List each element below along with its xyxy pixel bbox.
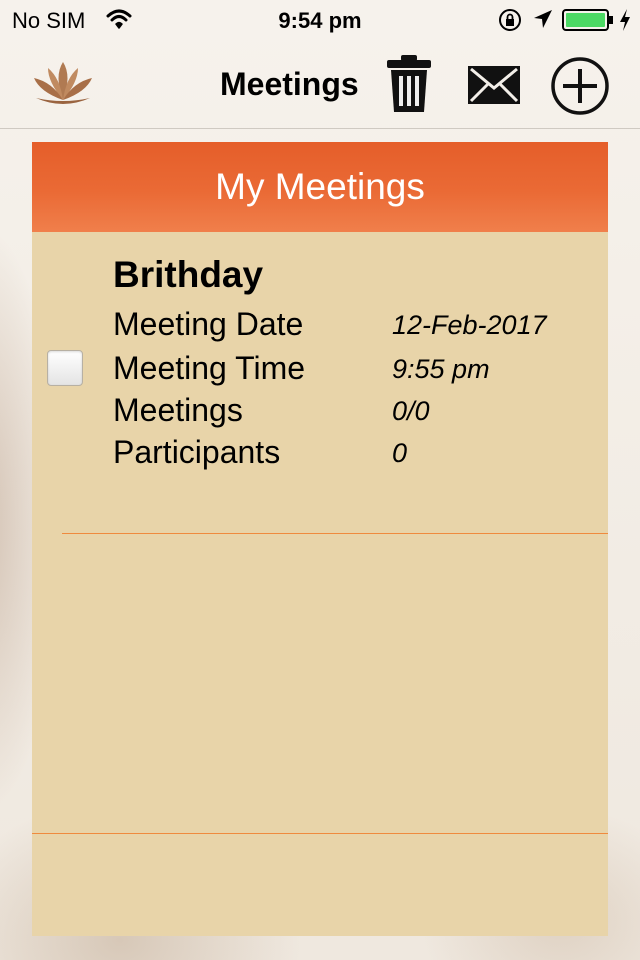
meetings-panel: My Meetings Brithday Meeting Date 12-Feb…: [32, 142, 608, 936]
meeting-time-value: 9:55 pm: [392, 354, 490, 384]
row-divider: [32, 833, 608, 834]
meetings-count-value: 0/0: [392, 396, 430, 426]
page-title: Meetings: [220, 66, 359, 102]
meeting-name: Brithday: [113, 254, 264, 295]
add-meeting-button[interactable]: [550, 56, 610, 116]
meeting-date-label: Meeting Date: [113, 306, 304, 342]
trash-icon[interactable]: [384, 54, 434, 114]
lotus-logo-icon: [34, 62, 92, 104]
mail-icon[interactable]: [466, 64, 522, 106]
participants-value: 0: [392, 438, 408, 468]
status-bar: No SIM 9:54 pm: [0, 0, 640, 40]
meeting-checkbox[interactable]: [47, 350, 83, 386]
charging-bolt-icon: [620, 9, 630, 31]
meeting-time-label: Meeting Time: [113, 350, 306, 386]
participants-label: Participants: [113, 434, 281, 470]
panel-header: My Meetings: [32, 142, 608, 232]
nav-bar: Meetings: [0, 40, 640, 129]
meetings-count-label: Meetings: [113, 392, 243, 428]
row-divider: [62, 533, 608, 534]
meeting-date-value: 12-Feb-2017: [392, 310, 547, 340]
battery-icon: [562, 9, 613, 31]
orientation-lock-icon: [499, 9, 521, 31]
location-arrow-icon: [534, 10, 552, 28]
panel-title: My Meetings: [215, 166, 425, 207]
